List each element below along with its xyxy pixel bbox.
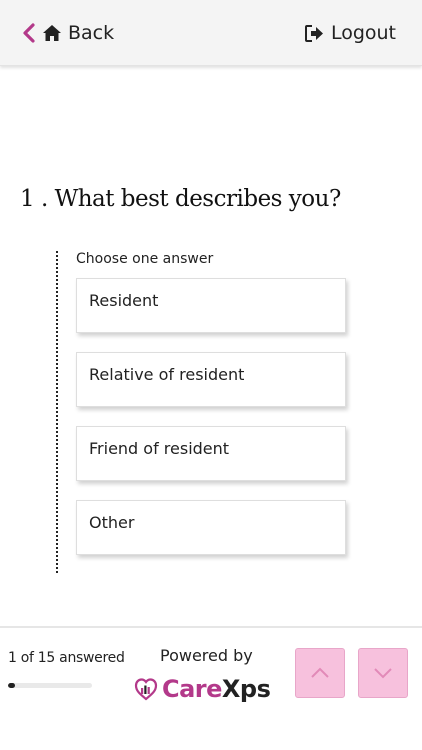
progress-bar <box>8 683 92 688</box>
logout-icon <box>304 24 323 42</box>
footer: 1 of 15 answered Powered by CareXps <box>0 626 422 750</box>
question-divider <box>56 251 58 573</box>
brand-xps: Xps <box>221 675 271 703</box>
carexps-logo-icon <box>134 678 158 701</box>
back-label: Back <box>68 22 115 44</box>
logout-label: Logout <box>330 22 396 44</box>
brand-care: Care <box>162 675 222 703</box>
top-bar: Back Logout <box>0 0 422 66</box>
option-other[interactable]: Other <box>76 500 346 555</box>
brand-logo: CareXps <box>134 672 271 706</box>
next-question-button[interactable] <box>358 648 408 698</box>
powered-by-label: Powered by <box>160 646 253 665</box>
option-resident[interactable]: Resident <box>76 278 346 333</box>
progress-text: 1 of 15 answered <box>8 650 125 666</box>
progress-fill <box>8 683 15 688</box>
back-button[interactable]: Back <box>22 20 114 46</box>
chevron-down-icon <box>374 668 392 679</box>
logout-button[interactable]: Logout <box>304 20 396 46</box>
option-friend-of-resident[interactable]: Friend of resident <box>76 426 346 481</box>
instruction-text: Choose one answer <box>76 251 214 267</box>
option-relative-of-resident[interactable]: Relative of resident <box>76 352 346 407</box>
chevron-left-icon <box>23 23 35 43</box>
home-icon <box>43 25 61 41</box>
chevron-up-icon <box>311 667 329 678</box>
question-title: 1 . What best describes you? <box>20 186 341 212</box>
previous-question-button[interactable] <box>295 648 345 698</box>
